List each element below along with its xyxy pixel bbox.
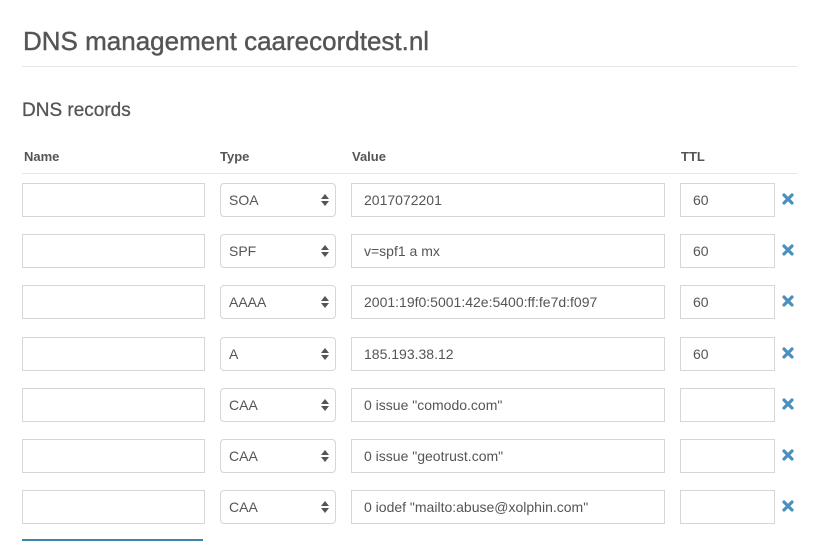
type-select[interactable]: AAAA: [220, 285, 336, 319]
column-header-name: Name: [24, 149, 60, 164]
table-row: CAA 0 iodef "mailto:abuse@xolphin.com": [0, 490, 819, 526]
select-arrows-icon: [321, 244, 329, 258]
type-select-value: SPF: [229, 243, 257, 259]
select-arrows-icon: [321, 347, 329, 361]
close-icon[interactable]: [781, 294, 795, 308]
select-arrows-icon: [321, 449, 329, 463]
value-text: 2001:19f0:5001:42e:5400:ff:fe7d:f097: [364, 294, 598, 310]
type-select[interactable]: SOA: [220, 183, 336, 217]
value-input[interactable]: v=spf1 a mx: [351, 234, 665, 268]
name-input[interactable]: [22, 285, 205, 319]
name-input[interactable]: [22, 388, 205, 422]
type-select-value: AAAA: [229, 294, 267, 310]
ttl-input[interactable]: 60: [680, 183, 775, 217]
add-record-button[interactable]: [22, 539, 203, 551]
value-text: 0 iodef "mailto:abuse@xolphin.com": [364, 499, 589, 515]
table-row: A 185.193.38.12 60: [0, 337, 819, 373]
ttl-input[interactable]: 60: [680, 285, 775, 319]
value-text: 0 issue "comodo.com": [364, 397, 503, 413]
header-divider: [22, 173, 797, 174]
table-row: SOA 2017072201 60: [0, 183, 819, 219]
select-arrows-icon: [321, 295, 329, 309]
table-row: CAA 0 issue "comodo.com": [0, 388, 819, 424]
select-arrows-icon: [321, 398, 329, 412]
type-select-value: A: [229, 346, 239, 362]
table-row: AAAA 2001:19f0:5001:42e:5400:ff:fe7d:f097…: [0, 285, 819, 321]
type-select[interactable]: A: [220, 337, 336, 371]
type-select-value: CAA: [229, 397, 258, 413]
close-icon[interactable]: [781, 243, 795, 257]
title-divider: [22, 66, 797, 67]
ttl-input[interactable]: [680, 388, 775, 422]
close-icon[interactable]: [781, 346, 795, 360]
name-input[interactable]: [22, 234, 205, 268]
column-header-value: Value: [352, 149, 386, 164]
name-input[interactable]: [22, 439, 205, 473]
type-select-value: CAA: [229, 448, 258, 464]
value-text: 0 issue "geotrust.com": [364, 448, 504, 464]
select-arrows-icon: [321, 193, 329, 207]
value-input[interactable]: 0 iodef "mailto:abuse@xolphin.com": [351, 490, 665, 524]
ttl-input[interactable]: [680, 439, 775, 473]
name-input[interactable]: [22, 337, 205, 371]
value-input[interactable]: 0 issue "geotrust.com": [351, 439, 665, 473]
ttl-input[interactable]: [680, 490, 775, 524]
value-text: v=spf1 a mx: [364, 243, 440, 259]
section-title: DNS records: [22, 100, 131, 121]
column-header-ttl: TTL: [681, 149, 705, 164]
name-input[interactable]: [22, 183, 205, 217]
table-row: SPF v=spf1 a mx 60: [0, 234, 819, 270]
type-select[interactable]: CAA: [220, 388, 336, 422]
close-icon[interactable]: [781, 448, 795, 462]
type-select[interactable]: CAA: [220, 490, 336, 524]
table-row: CAA 0 issue "geotrust.com": [0, 439, 819, 475]
value-input[interactable]: 2001:19f0:5001:42e:5400:ff:fe7d:f097: [351, 285, 665, 319]
value-input[interactable]: 185.193.38.12: [351, 337, 665, 371]
close-icon[interactable]: [781, 499, 795, 513]
value-text: 185.193.38.12: [364, 346, 454, 362]
type-select[interactable]: CAA: [220, 439, 336, 473]
page-title: DNS management caarecordtest.nl: [23, 26, 430, 56]
name-input[interactable]: [22, 490, 205, 524]
value-text: 2017072201: [364, 192, 442, 208]
column-header-type: Type: [220, 149, 250, 164]
type-select-value: CAA: [229, 499, 258, 515]
type-select-value: SOA: [229, 192, 259, 208]
close-icon[interactable]: [781, 192, 795, 206]
value-input[interactable]: 0 issue "comodo.com": [351, 388, 665, 422]
value-input[interactable]: 2017072201: [351, 183, 665, 217]
ttl-input[interactable]: 60: [680, 337, 775, 371]
close-icon[interactable]: [781, 397, 795, 411]
ttl-input[interactable]: 60: [680, 234, 775, 268]
select-arrows-icon: [321, 500, 329, 514]
type-select[interactable]: SPF: [220, 234, 336, 268]
